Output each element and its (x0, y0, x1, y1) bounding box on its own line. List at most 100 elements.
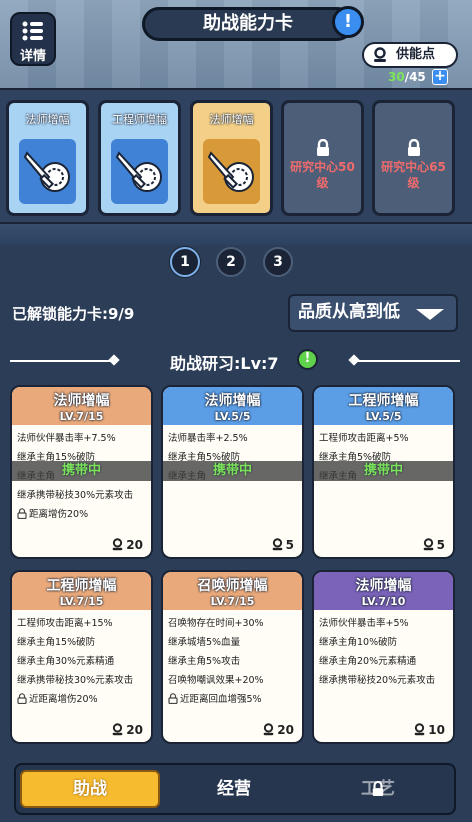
section-divider-dot (108, 354, 120, 366)
tab-label: 助战 (73, 779, 107, 799)
effect-line: 继承主角10%破防 (319, 637, 398, 648)
lock-icon (17, 693, 27, 704)
ability-card[interactable]: 工程师增幅LV.5/5工程师攻击距离+5%继承主角5%破防继承主角携带中5 (312, 385, 455, 559)
sort-label: 品质从高到低 (298, 302, 400, 322)
supply-icon (374, 47, 386, 62)
effect-line: 继承主角15%破防 (17, 637, 96, 648)
tab-assist[interactable]: 助战 (20, 770, 160, 808)
ability-card[interactable]: 工程师增幅 LV.7/15 工程师攻击距离+15% 继承主角15%破防 继承主角30%元… (10, 570, 153, 744)
tab-business[interactable]: 经营 (164, 770, 304, 808)
supply-icon (112, 723, 123, 736)
cost-value: 10 (428, 723, 445, 737)
effect-line: 工程师攻击距离+5% (319, 433, 409, 444)
card-header: 工程师增幅 LV.5/5 (314, 387, 453, 425)
locked-slot[interactable]: 研究中心50级 (281, 100, 364, 216)
supply-current: 30 (388, 70, 405, 84)
card-cost: 20 (111, 723, 143, 737)
effect-line: 继承携带秘技30%元素攻击 (17, 675, 134, 686)
cost-value: 5 (436, 538, 445, 552)
supply-icon (112, 538, 123, 551)
effect-line: 法师伙伴暴击率+5% (319, 618, 409, 629)
effect-line: 法师伙伴暴击率+7.5% (17, 433, 116, 444)
carrying-badge: 携带中 (314, 461, 453, 481)
slot-art (111, 139, 168, 204)
details-button[interactable]: 详情 (10, 12, 56, 66)
ability-card[interactable]: 召唤师增幅 LV.7/15 召唤物存在时间+30% 继承城墙5%血量 继承主角5%攻击召… (161, 570, 304, 744)
lock-icon (407, 139, 420, 156)
sort-dropdown[interactable]: 品质从高到低 (288, 294, 458, 332)
ability-card[interactable]: 法师增幅 LV.7/10 法师伙伴暴击率+5% 继承主角10%破防继承主角20%元素精… (312, 570, 455, 744)
card-cost: 20 (262, 723, 294, 737)
card-header: 工程师增幅 LV.7/15 (12, 572, 151, 610)
card-name: 法师增幅 (53, 393, 110, 409)
slot-title: 工程师增幅 (112, 113, 167, 126)
page-button-3[interactable]: 3 (263, 247, 293, 277)
carrying-badge: 携带中 (163, 461, 302, 481)
card-level: LV.7/10 (361, 595, 406, 608)
slot-title: 法师增幅 (25, 113, 70, 126)
card-effects: 召唤物存在时间+30% 继承城墙5%血量 继承主角5%攻击 召唤物嘲讽效果+20% 近距… (163, 610, 302, 709)
effect-line: 法师暴击率+2.5% (168, 433, 248, 444)
sword-shield-icon (115, 151, 162, 192)
supply-icon (414, 723, 425, 736)
supply-total: /45 (404, 70, 426, 84)
info-icon[interactable]: ! (297, 349, 318, 370)
slot-card[interactable]: 法师增幅 (190, 100, 273, 216)
card-level: LV.5/5 (214, 410, 251, 423)
lock-icon (316, 139, 329, 156)
card-header: 法师增幅 LV.5/5 (163, 387, 302, 425)
unlock-requirement: 研究中心65级 (381, 160, 446, 190)
page-button-2[interactable]: 2 (216, 247, 246, 277)
locked-slot[interactable]: 研究中心65级 (372, 100, 455, 216)
slot-card[interactable]: 法师增幅 (6, 100, 89, 216)
cost-value: 5 (285, 538, 294, 552)
card-name: 召唤师增幅 (197, 578, 268, 594)
lock-icon (372, 781, 384, 796)
card-name: 法师增幅 (355, 578, 412, 594)
section-divider-left (10, 360, 114, 362)
supply-icon (423, 538, 434, 551)
slot-art (19, 139, 76, 204)
section-title: 助战研习:Lv:7 (170, 354, 279, 373)
card-name: 法师增幅 (204, 393, 261, 409)
chevron-down-icon (416, 309, 444, 320)
slot-art (203, 139, 260, 204)
page-button-1[interactable]: 1 (170, 247, 200, 277)
ability-card[interactable]: 法师增幅LV.5/5法师暴击率+2.5%继承主角5%破防继承主角携带中5 (161, 385, 304, 559)
card-cost: 5 (271, 538, 294, 552)
card-header: 法师增幅 LV.7/15 (12, 387, 151, 425)
effect-line: 继承携带秘技30%元素攻击 (17, 490, 134, 501)
bottom-tab-bar: 助战 经营 工艺 (14, 763, 456, 815)
card-effects: 工程师攻击距离+15% 继承主角15%破防 继承主角30%元素精通 继承携带秘技30%… (12, 610, 151, 709)
section-divider-right (356, 360, 460, 362)
locked-effect-line: 近距离回血增强5% (168, 690, 297, 709)
card-name: 工程师增幅 (46, 578, 117, 594)
card-level: LV.7/15 (210, 595, 255, 608)
effect-line: 继承主角30%元素精通 (17, 656, 115, 667)
card-cost: 10 (413, 723, 445, 737)
card-name: 工程师增幅 (348, 393, 419, 409)
plus-icon[interactable]: + (432, 69, 448, 85)
locked-effect-text: 距离增伤20% (29, 509, 89, 520)
slot-title: 法师增幅 (209, 113, 254, 126)
slot-card[interactable]: 工程师增幅 (98, 100, 181, 216)
locked-effect-line: 距离增伤20% (17, 505, 146, 524)
ability-card[interactable]: 法师增幅LV.7/15法师伙伴暴击率+7.5%继承主角15%破防继承主角继承携带… (10, 385, 153, 559)
details-label: 详情 (19, 49, 46, 64)
lock-icon (168, 693, 178, 704)
sword-shield-icon (207, 151, 254, 192)
sword-shield-icon (23, 151, 70, 192)
supply-label: 供能点 (396, 47, 436, 62)
tab-craft[interactable]: 工艺 (308, 770, 448, 808)
supply-icon (263, 723, 274, 736)
unlocked-count: 已解锁能力卡:9/9 (12, 305, 135, 323)
carrying-badge: 携带中 (12, 461, 151, 481)
help-icon[interactable]: ! (332, 6, 364, 38)
effect-line: 继承主角5%攻击 (168, 656, 241, 667)
locked-effect-text: 近距离增伤20% (29, 694, 98, 705)
card-level: LV.5/5 (365, 410, 402, 423)
supply-points-button[interactable]: 供能点 (362, 42, 458, 68)
list-icon (22, 21, 43, 41)
card-cost: 5 (422, 538, 445, 552)
effect-line: 继承主角20%元素精通 (319, 656, 417, 667)
